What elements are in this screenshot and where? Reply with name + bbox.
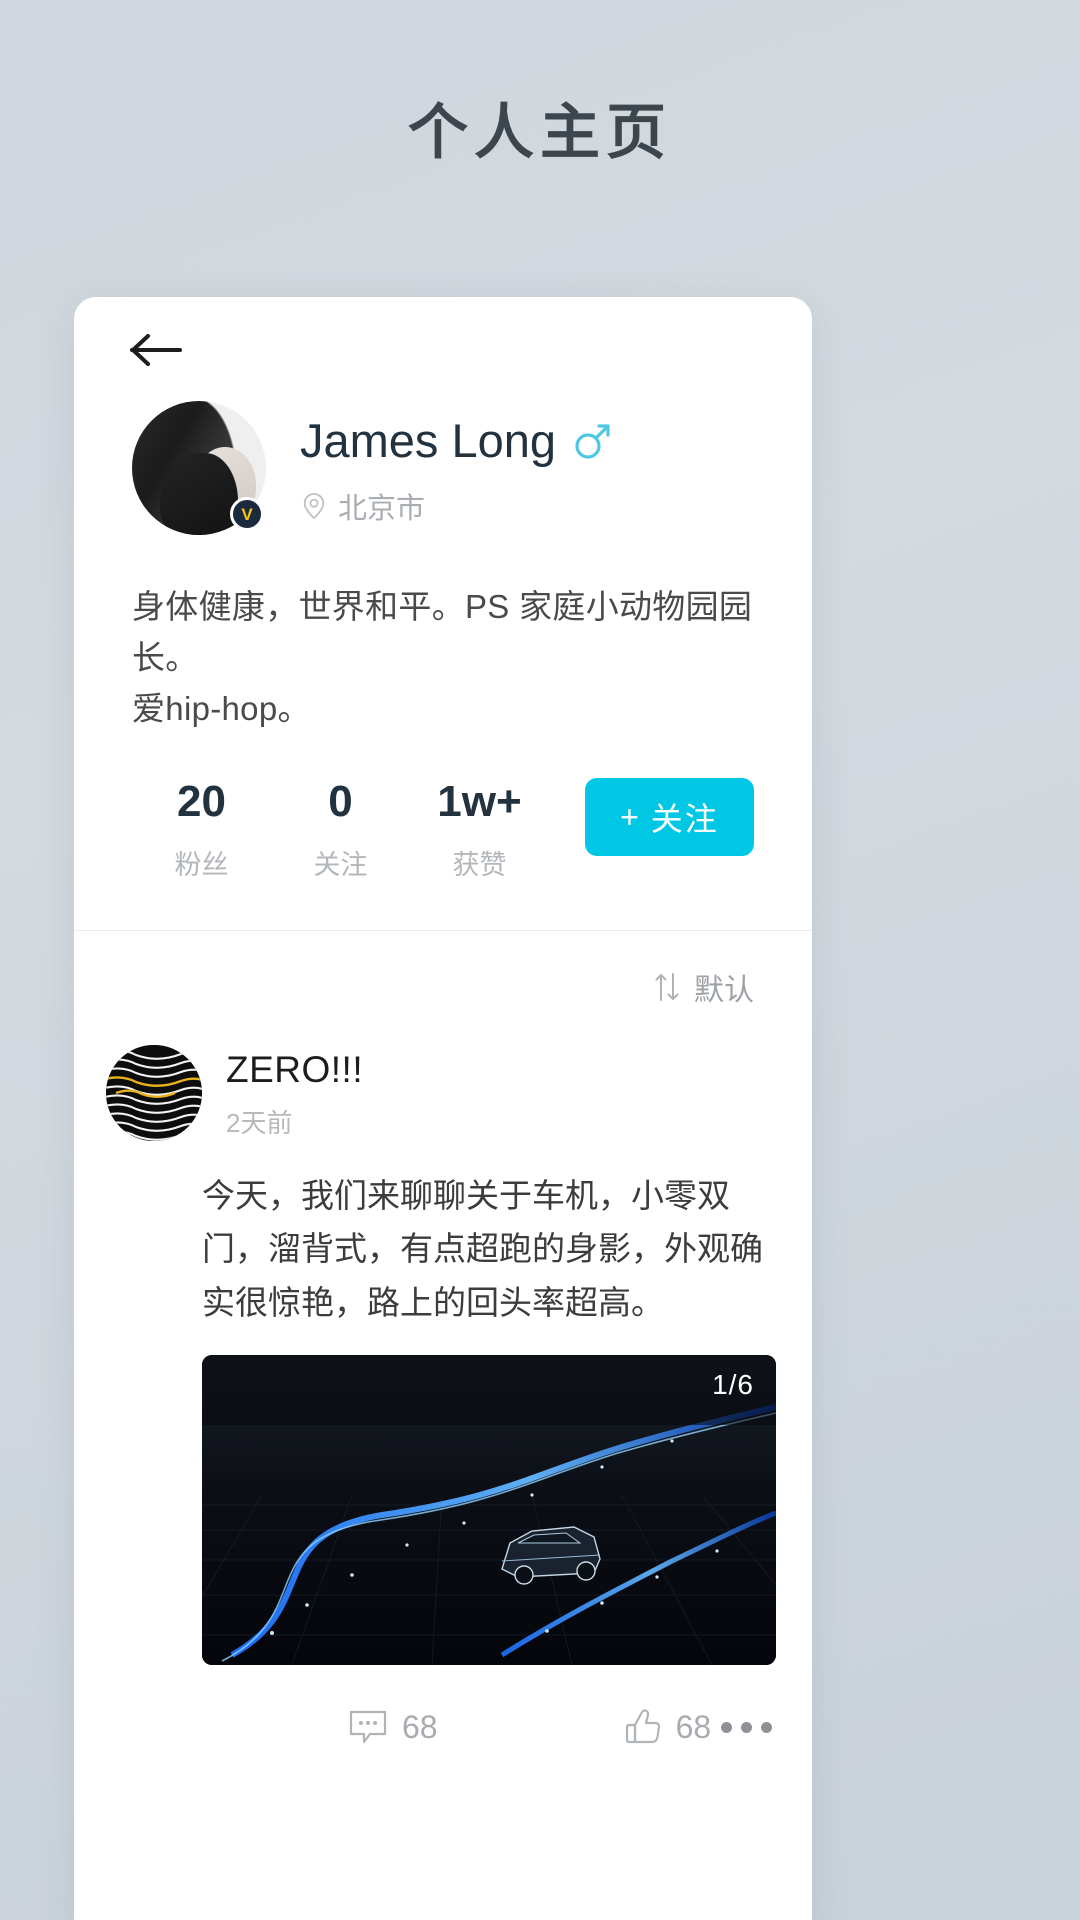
avatar-wrapper[interactable]: V bbox=[132, 401, 266, 535]
verified-badge: V bbox=[230, 497, 264, 531]
more-dots-icon[interactable] bbox=[721, 1721, 772, 1733]
profile-section: V James Long 北京市 身体健康，世界和平。PS 家庭小动物园园长。 … bbox=[74, 401, 812, 930]
post-action-bar: 68 68 bbox=[74, 1687, 812, 1767]
location-row: 北京市 bbox=[300, 485, 612, 527]
profile-card: V James Long 北京市 身体健康，世界和平。PS 家庭小动物园园长。 … bbox=[74, 297, 812, 1920]
like-count: 68 bbox=[675, 1708, 712, 1745]
post-author-avatar[interactable] bbox=[106, 1044, 202, 1141]
comment-bubble-icon[interactable] bbox=[348, 1709, 388, 1745]
name-row: James Long bbox=[300, 415, 612, 467]
profile-bio: 身体健康，世界和平。PS 家庭小动物园园长。 爱hip-hop。 bbox=[132, 581, 754, 734]
bio-line-1: 身体健康，世界和平。PS 家庭小动物园园长。 bbox=[132, 588, 753, 677]
stat-value: 20 bbox=[177, 777, 226, 827]
stat-label: 粉丝 bbox=[174, 849, 229, 880]
profile-stats: 20 粉丝 0 关注 1w+ 获赞 + 关注 bbox=[132, 778, 754, 929]
stat-followers[interactable]: 20 粉丝 bbox=[132, 778, 271, 881]
sort-label: 默认 bbox=[694, 973, 754, 1007]
follow-button-label: 关注 bbox=[650, 801, 719, 838]
sort-control[interactable]: 默认 bbox=[74, 931, 812, 1039]
location-pin-icon bbox=[303, 492, 325, 519]
top-nav-bar bbox=[74, 297, 812, 401]
post-meta: ZERO!!! 2天前 bbox=[226, 1045, 363, 1140]
follow-button[interactable]: + 关注 bbox=[584, 778, 754, 857]
thumbs-up-icon[interactable] bbox=[624, 1708, 662, 1746]
location-text: 北京市 bbox=[338, 492, 426, 525]
stat-following[interactable]: 0 关注 bbox=[271, 778, 410, 881]
post-item: ZERO!!! 2天前 今天，我们来聊聊关于车机，小零双门，溜背式，有点超跑的身… bbox=[74, 1039, 812, 1767]
arrow-left-icon[interactable] bbox=[130, 333, 182, 367]
page-title: 个人主页 bbox=[408, 99, 672, 166]
stat-label: 关注 bbox=[313, 849, 368, 880]
post-author-name: ZERO!!! bbox=[226, 1048, 364, 1090]
image-page-indicator: 1/6 bbox=[712, 1369, 754, 1401]
bio-line-2: 爱hip-hop。 bbox=[132, 690, 311, 728]
sort-arrows-icon[interactable] bbox=[652, 971, 682, 1003]
profile-info: James Long 北京市 bbox=[300, 401, 612, 527]
user-name: James Long bbox=[300, 414, 557, 467]
male-gender-icon bbox=[575, 424, 610, 459]
like-action[interactable]: 68 bbox=[624, 1708, 712, 1746]
stat-value: 0 bbox=[328, 777, 353, 827]
comment-count: 68 bbox=[402, 1708, 438, 1745]
stat-label: 获赞 bbox=[452, 849, 507, 880]
post-image[interactable]: 1/6 bbox=[202, 1355, 776, 1666]
plus-icon: + bbox=[620, 798, 641, 835]
comment-action[interactable]: 68 bbox=[348, 1709, 438, 1746]
post-header: ZERO!!! 2天前 bbox=[74, 1044, 812, 1141]
profile-header-row: V James Long 北京市 bbox=[132, 401, 754, 535]
post-text: 今天，我们来聊聊关于车机，小零双门，溜背式，有点超跑的身影，外观确实很惊艳，路上… bbox=[202, 1176, 763, 1321]
post-timestamp: 2天前 bbox=[226, 1107, 293, 1138]
stat-likes[interactable]: 1w+ 获赞 bbox=[410, 778, 549, 881]
stat-value: 1w+ bbox=[437, 777, 522, 827]
